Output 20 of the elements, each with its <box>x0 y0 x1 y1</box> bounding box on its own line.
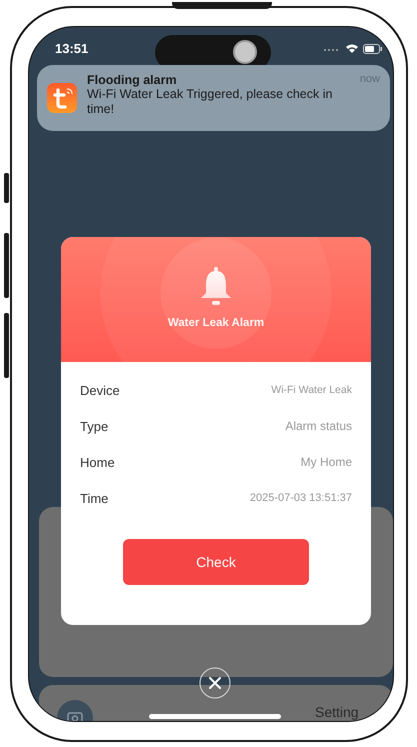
close-icon[interactable] <box>199 667 231 699</box>
field-value: Alarm status <box>285 419 352 433</box>
app-icon <box>47 83 77 113</box>
status-time: 13:51 <box>55 41 88 56</box>
notification-title: Flooding alarm <box>87 73 178 87</box>
field-label: Time <box>80 490 108 506</box>
field-label: Home <box>80 454 115 470</box>
setting-label: Setting <box>315 704 359 721</box>
field-value: 2025-07-03 13:51:37 <box>250 492 352 504</box>
check-button[interactable]: Check <box>123 539 309 585</box>
wifi-icon <box>345 43 359 54</box>
field-label: Type <box>80 418 108 434</box>
bell-icon <box>199 267 233 307</box>
field-value: Wi-Fi Water Leak <box>271 384 352 396</box>
battery-icon <box>363 44 383 54</box>
notification-message: Wi-Fi Water Leak Triggered, please check in time! <box>87 87 334 117</box>
field-value: My Home <box>300 455 352 469</box>
signal-icon <box>323 48 341 52</box>
dialog-title: Water Leak Alarm <box>168 317 264 329</box>
field-label: Device <box>80 382 120 398</box>
